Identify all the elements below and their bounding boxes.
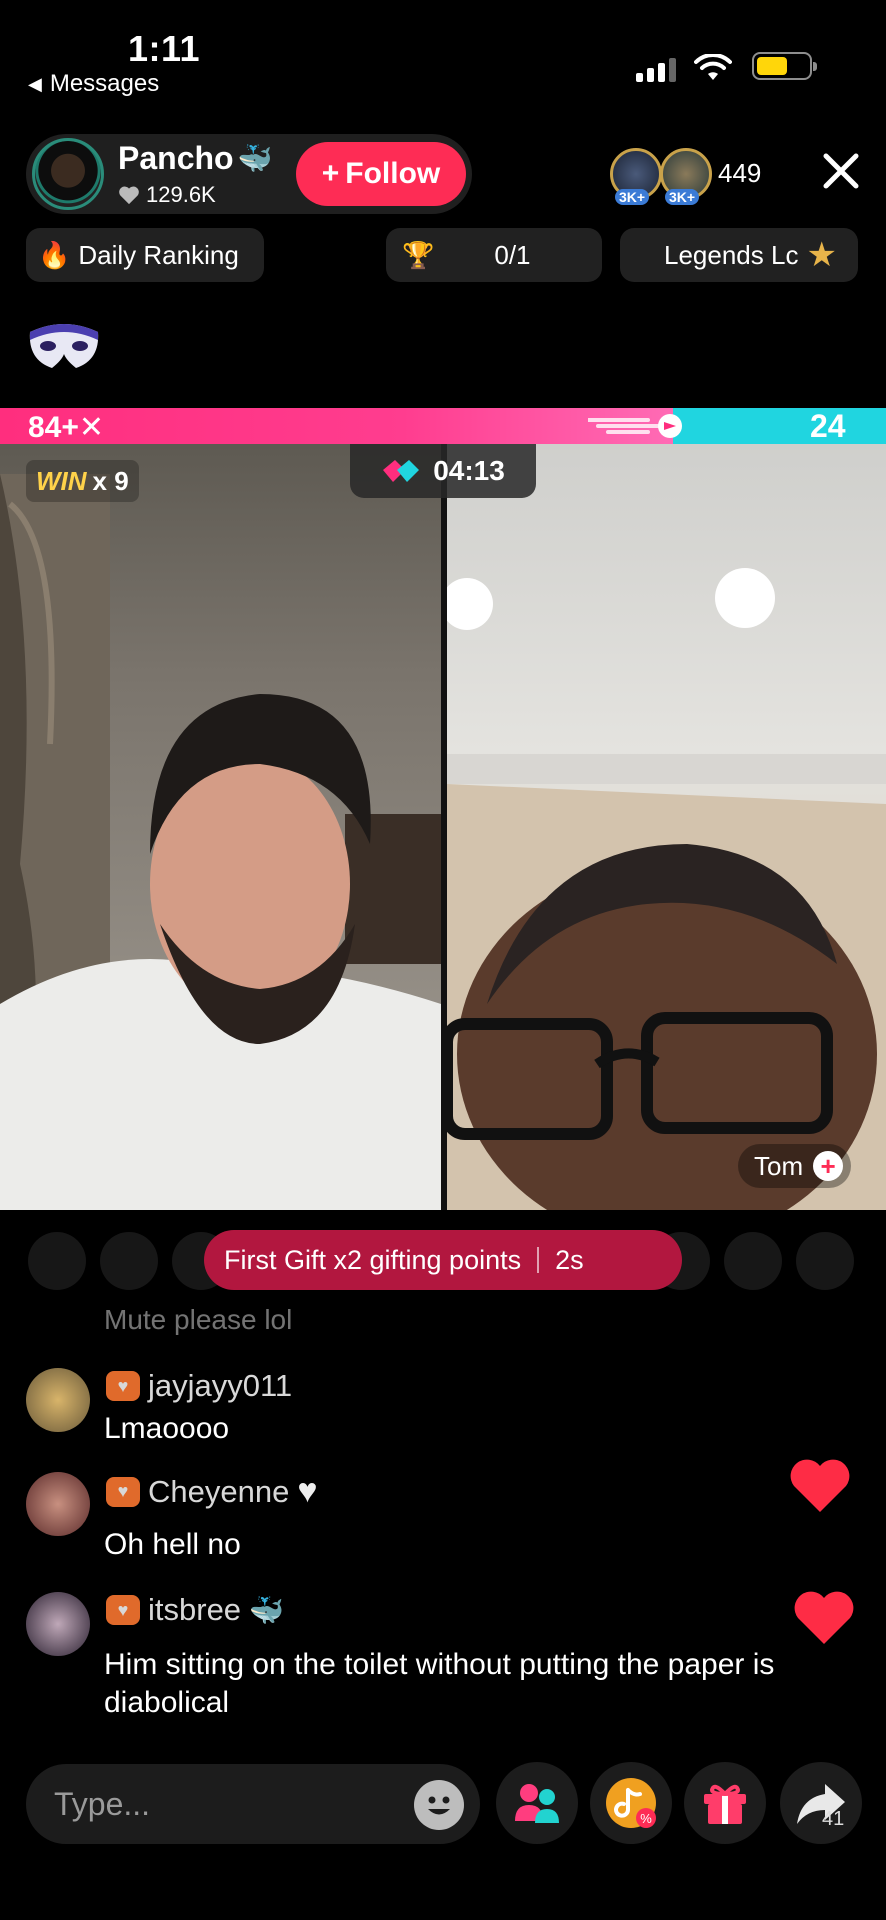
promote-button[interactable]: % <box>590 1762 672 1844</box>
chat-message[interactable]: ♥ jayjayy011 Lmaoooo <box>26 1368 866 1448</box>
fire-icon: 🔥 <box>38 239 71 270</box>
chat-username[interactable]: itsbree <box>148 1592 241 1628</box>
whale-icon: 🐳 <box>249 1594 284 1626</box>
share-button[interactable] <box>780 1762 862 1844</box>
top-viewer-avatar[interactable]: 3K+ <box>610 148 662 205</box>
first-gift-text: First Gift x2 gifting points <box>224 1244 522 1275</box>
multi-guest-button[interactable] <box>496 1762 578 1844</box>
goal-progress-pill[interactable]: 🏆 0/1 <box>386 228 602 282</box>
chat-message[interactable]: ♥ Cheyenne ♥ Oh hell no <box>26 1472 866 1562</box>
people-icon <box>515 1784 559 1823</box>
host-likes-count: 129.6K <box>146 182 216 207</box>
back-arrow-icon: ◀ <box>28 73 42 94</box>
back-label: Messages <box>49 70 160 97</box>
follow-label: Follow <box>345 157 441 190</box>
follow-button[interactable]: + Follow <box>296 142 466 206</box>
first-gift-countdown: 2s <box>555 1244 584 1275</box>
battle-vs-icon <box>383 460 420 482</box>
emoji-icon[interactable] <box>414 1780 464 1830</box>
gift-icon <box>704 1784 746 1824</box>
clock: 1:11 <box>128 28 201 69</box>
level-badge-icon: ♥ <box>106 1476 140 1507</box>
host-avatar[interactable] <box>32 138 104 210</box>
chat-username-row: ♥ jayjayy011 <box>106 1368 292 1404</box>
goal-progress: 0/1 <box>494 239 531 270</box>
battle-timer: 04:13 <box>350 444 536 498</box>
back-to-messages[interactable]: ◀ Messages <box>28 70 159 98</box>
battery-icon <box>752 52 817 80</box>
win-label: WIN <box>36 465 87 496</box>
battle-spark-icon <box>588 414 682 438</box>
opponent-video-frame <box>447 568 886 1210</box>
chat-text: Oh hell no <box>104 1528 241 1561</box>
level-badge-icon: ♥ <box>106 1371 140 1401</box>
viewer-badge: 3K+ <box>665 189 700 205</box>
left-score-value: 84+ <box>28 411 79 444</box>
left-score: 84+✕ <box>28 410 104 445</box>
win-count: x 9 <box>92 465 129 496</box>
legends-pill[interactable]: Legends Lc ★ <box>620 228 858 282</box>
status-bar: 1:11 ◀ Messages <box>0 0 886 100</box>
opponent-name-tag[interactable]: Tom + <box>738 1144 852 1188</box>
chat-avatar[interactable] <box>26 1592 90 1656</box>
heart-icon <box>119 186 139 205</box>
viewer-count[interactable]: 449 <box>718 158 761 189</box>
heart-icon <box>794 1591 854 1644</box>
chat-faded-message: Mute please lol <box>104 1304 293 1335</box>
banner-divider <box>537 1247 540 1273</box>
comment-input[interactable]: Type... <box>26 1764 480 1844</box>
top-viewer-avatar[interactable]: 3K+ <box>660 148 712 205</box>
timer-value: 04:13 <box>433 455 505 486</box>
opponent-video[interactable] <box>447 444 886 1210</box>
star-icon: ★ <box>806 236 837 274</box>
contributor-avatar[interactable] <box>28 1232 86 1290</box>
trophy-icon: 🏆 <box>402 239 435 270</box>
daily-ranking-label: Daily Ranking <box>78 239 239 270</box>
boost-icon: ✕ <box>78 411 105 444</box>
chat-username-row: ♥ Cheyenne ♥ <box>106 1472 318 1511</box>
legends-label: Legends Lc <box>664 239 799 270</box>
opponent-name: Tom <box>754 1150 804 1181</box>
win-streak-badge: WIN x 9 <box>26 460 139 502</box>
chat-username[interactable]: jayjayy011 <box>148 1368 292 1404</box>
level-badge-icon: ♥ <box>106 1595 140 1625</box>
cellular-signal-icon <box>636 58 676 82</box>
follow-opponent-plus-icon[interactable]: + <box>813 1151 844 1181</box>
chat-text: Lmaoooo <box>104 1412 230 1445</box>
host-likes-row: 129.6K <box>118 182 216 208</box>
whale-icon: 🐳 <box>237 143 273 174</box>
comment-placeholder: Type... <box>54 1785 151 1822</box>
daily-ranking-pill[interactable]: 🔥 Daily Ranking <box>26 228 264 282</box>
mask-icon[interactable] <box>26 310 102 382</box>
chat-avatar[interactable] <box>26 1472 90 1536</box>
chat-username[interactable]: Cheyenne <box>148 1474 289 1510</box>
share-count: 41 <box>822 1808 845 1830</box>
white-heart-icon: ♥ <box>297 1472 318 1510</box>
viewer-badge: 3K+ <box>615 189 650 205</box>
host-name: Pancho <box>118 140 234 176</box>
host-name-row: Pancho 🐳 <box>118 140 272 177</box>
svg-text:%: % <box>640 1811 652 1826</box>
chat-username-row: ♥ itsbree 🐳 <box>106 1592 284 1628</box>
contributor-avatar[interactable] <box>796 1232 854 1290</box>
music-icon: % <box>606 1778 656 1828</box>
gift-button[interactable] <box>684 1762 766 1844</box>
host-video-frame <box>0 474 441 1210</box>
contributor-avatar[interactable] <box>724 1232 782 1290</box>
battle-score-bar <box>0 408 886 444</box>
chat-avatar[interactable] <box>26 1368 90 1432</box>
wifi-icon <box>694 54 732 80</box>
right-score: 24 <box>810 408 846 444</box>
chat-message[interactable]: ♥ itsbree 🐳 Him sitting on the toilet wi… <box>26 1592 866 1722</box>
heart-icon <box>790 1459 850 1512</box>
first-gift-banner[interactable]: First Gift x2 gifting points 2s <box>204 1230 682 1290</box>
contributor-avatar[interactable] <box>100 1232 158 1290</box>
host-video[interactable] <box>0 444 441 1210</box>
plus-icon: + <box>321 157 340 190</box>
chat-text: Him sitting on the toilet without puttin… <box>104 1648 775 1719</box>
close-icon[interactable] <box>818 148 864 194</box>
